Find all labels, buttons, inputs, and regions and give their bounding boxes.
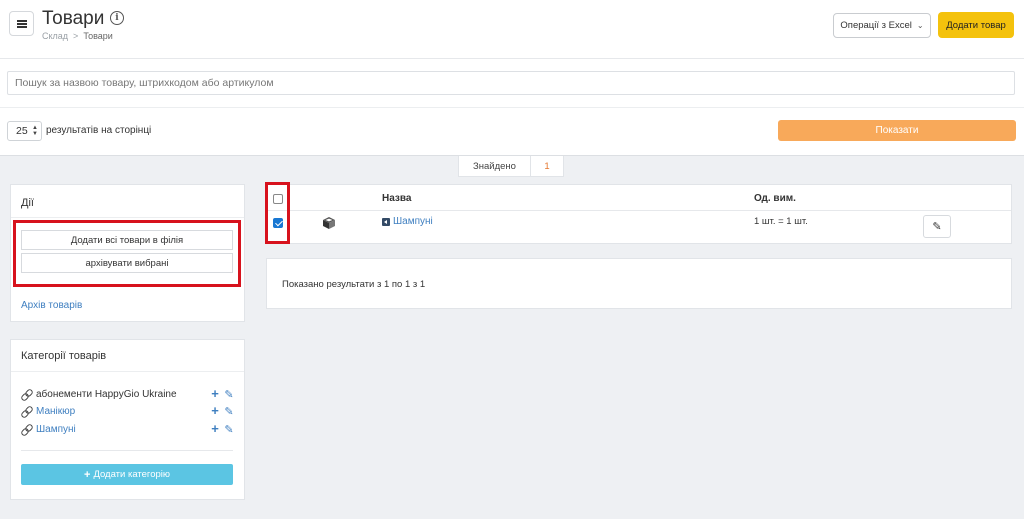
search-input[interactable] bbox=[7, 71, 1015, 95]
edit-product-button[interactable]: ✎ bbox=[923, 215, 951, 238]
categories-panel: Категорії товарів абонементи HappyGio Uk… bbox=[10, 339, 245, 500]
per-page-select[interactable]: 25 ▲ ▼ bbox=[7, 121, 42, 141]
column-header-unit[interactable]: Од. вим. bbox=[754, 193, 796, 204]
plus-icon: + bbox=[84, 468, 91, 481]
categories-title: Категорії товарів bbox=[21, 350, 107, 362]
hamburger-menu-button[interactable] bbox=[9, 11, 34, 36]
add-subcategory-icon[interactable]: + bbox=[208, 422, 222, 435]
pencil-icon[interactable]: ✎ bbox=[222, 423, 236, 436]
page-title: Товари bbox=[42, 8, 105, 29]
page-header: Товари i Склад > Товари Операції з Excel ⌄… bbox=[0, 0, 1024, 58]
products-table: Назва Од. вим. Шампуні 1 шт. = 1 шт. ✎ bbox=[265, 182, 1012, 244]
pencil-icon[interactable]: ✎ bbox=[222, 405, 236, 418]
highlight-frame bbox=[13, 220, 241, 287]
highlight-frame bbox=[265, 182, 290, 244]
add-category-label: Додати категорію bbox=[93, 469, 170, 480]
breadcrumb-item-current: Товари bbox=[83, 31, 113, 41]
actions-panel: Дії Додати всі товари в філія архівувати… bbox=[10, 184, 245, 322]
box-icon bbox=[323, 217, 335, 229]
category-item: абонементи HappyGio Ukraine + ✎ bbox=[21, 387, 236, 401]
divider bbox=[21, 450, 233, 451]
product-archive-link[interactable]: Архів товарів bbox=[21, 300, 82, 311]
breadcrumb-item-warehouse[interactable]: Склад bbox=[42, 31, 68, 41]
found-count: 1 bbox=[544, 160, 550, 172]
pencil-icon: ✎ bbox=[932, 221, 942, 233]
divider bbox=[11, 217, 244, 218]
pencil-icon[interactable]: ✎ bbox=[222, 388, 236, 401]
category-item: Манікюр + ✎ bbox=[21, 404, 236, 418]
hamburger-icon bbox=[16, 19, 27, 28]
column-header-name[interactable]: Назва bbox=[382, 193, 411, 204]
add-category-button[interactable]: + Додати категорію bbox=[21, 464, 233, 485]
breadcrumb-separator-icon: > bbox=[73, 31, 79, 41]
category-item: Шампуні + ✎ bbox=[21, 422, 236, 436]
excel-operations-label: Операції з Excel bbox=[840, 20, 912, 31]
filter-divider bbox=[0, 107, 1024, 108]
category-name[interactable]: Шампуні bbox=[36, 424, 208, 435]
select-arrows-icon: ▲ ▼ bbox=[32, 125, 38, 137]
product-name: Шампуні bbox=[393, 216, 433, 227]
excel-operations-button[interactable]: Операції з Excel ⌄ bbox=[833, 13, 931, 38]
divider bbox=[11, 371, 244, 372]
show-button[interactable]: Показати bbox=[778, 120, 1016, 141]
link-icon bbox=[21, 389, 32, 400]
breadcrumb: Склад > Товари bbox=[42, 31, 113, 41]
found-label: Знайдено bbox=[459, 156, 531, 176]
add-subcategory-icon[interactable]: + bbox=[208, 387, 222, 400]
info-icon[interactable]: i bbox=[110, 11, 124, 25]
results-summary: Показано результати з 1 по 1 з 1 bbox=[282, 279, 426, 290]
share-icon bbox=[382, 217, 390, 226]
link-icon bbox=[21, 406, 32, 417]
add-subcategory-icon[interactable]: + bbox=[208, 404, 222, 417]
product-name-link[interactable]: Шампуні bbox=[382, 216, 433, 227]
per-page-label: результатів на сторінці bbox=[46, 125, 152, 136]
link-icon bbox=[21, 424, 32, 435]
chevron-down-icon: ⌄ bbox=[916, 21, 924, 30]
category-name[interactable]: Манікюр bbox=[36, 406, 208, 417]
actions-title: Дії bbox=[21, 197, 34, 209]
table-header-divider bbox=[267, 210, 1011, 211]
add-product-button[interactable]: Додати товар bbox=[938, 12, 1014, 38]
filter-area: 25 ▲▼ результатів на сторінці Показати bbox=[0, 58, 1024, 156]
product-unit: 1 шт. = 1 шт. bbox=[754, 216, 808, 227]
results-panel: Показано результати з 1 по 1 з 1 bbox=[266, 258, 1012, 309]
found-counter: Знайдено 1 bbox=[458, 156, 564, 177]
per-page-value: 25 bbox=[16, 125, 28, 137]
category-name[interactable]: абонементи HappyGio Ukraine bbox=[36, 389, 208, 400]
